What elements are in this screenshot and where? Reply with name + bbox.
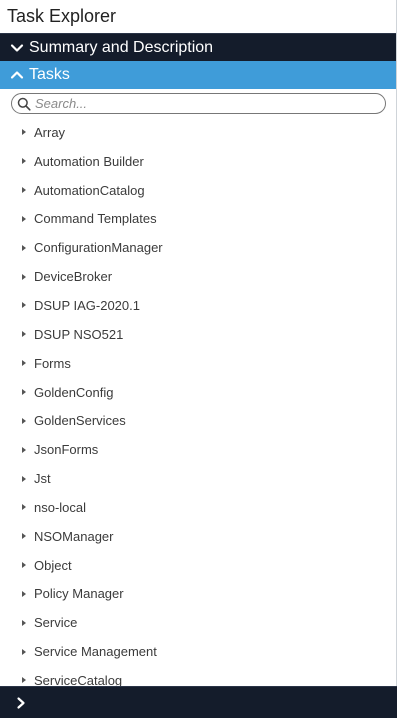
task-item[interactable]: Automation Builder (0, 147, 396, 176)
task-item[interactable]: ConfigurationManager (0, 233, 396, 262)
task-item-label: Forms (34, 355, 71, 371)
task-item[interactable]: DSUP NSO521 (0, 320, 396, 349)
chevron-right-icon[interactable] (14, 696, 28, 710)
task-item[interactable]: Service (0, 608, 396, 637)
panel-title: Task Explorer (0, 0, 396, 33)
task-item-label: DSUP IAG-2020.1 (34, 297, 140, 313)
tasks-section-header[interactable]: Tasks (0, 61, 396, 89)
task-item[interactable]: JsonForms (0, 435, 396, 464)
task-item[interactable]: Array (0, 118, 396, 147)
task-item[interactable]: DeviceBroker (0, 262, 396, 291)
caret-right-icon[interactable] (22, 244, 26, 251)
task-item[interactable]: Command Templates (0, 205, 396, 234)
task-item-label: GoldenConfig (34, 384, 114, 400)
task-item-label: GoldenServices (34, 413, 126, 429)
search-box[interactable] (11, 93, 386, 114)
task-item[interactable]: GoldenServices (0, 406, 396, 435)
task-item[interactable]: Service Management (0, 637, 396, 666)
caret-right-icon[interactable] (22, 158, 26, 165)
caret-right-icon[interactable] (22, 331, 26, 338)
task-item-label: AutomationCatalog (34, 182, 145, 198)
chevron-up-icon (10, 71, 24, 79)
caret-right-icon[interactable] (22, 302, 26, 309)
task-item-label: Service (34, 615, 78, 631)
task-item-label: ServiceCatalog (34, 672, 123, 686)
task-item[interactable]: Object (0, 551, 396, 580)
task-item-label: Object (34, 557, 72, 573)
task-item[interactable]: nso-local (0, 493, 396, 522)
task-item[interactable]: AutomationCatalog (0, 176, 396, 205)
search-container (0, 89, 396, 118)
task-item-label: DeviceBroker (34, 269, 113, 285)
caret-right-icon[interactable] (22, 389, 26, 396)
summary-section-label: Summary and Description (29, 38, 214, 56)
task-item-label: ConfigurationManager (34, 240, 163, 256)
task-explorer-panel: Task Explorer Summary and Description Ta… (0, 0, 397, 718)
caret-right-icon[interactable] (22, 504, 26, 511)
task-item[interactable]: DSUP IAG-2020.1 (0, 291, 396, 320)
tasks-section-label: Tasks (29, 66, 70, 83)
task-item[interactable]: GoldenConfig (0, 378, 396, 407)
task-item[interactable]: Jst (0, 464, 396, 493)
caret-right-icon[interactable] (22, 648, 26, 655)
task-item[interactable]: ServiceCatalog (0, 666, 396, 686)
caret-right-icon[interactable] (22, 129, 26, 136)
caret-right-icon[interactable] (22, 533, 26, 540)
task-item-label: NSOManager (34, 528, 114, 544)
caret-right-icon[interactable] (22, 619, 26, 626)
caret-right-icon[interactable] (22, 590, 26, 597)
summary-section-header[interactable]: Summary and Description (0, 33, 396, 61)
task-item[interactable]: NSOManager (0, 522, 396, 551)
task-item-label: Jst (34, 471, 51, 487)
caret-right-icon[interactable] (22, 446, 26, 453)
task-item-label: Array (34, 124, 66, 140)
caret-right-icon[interactable] (22, 475, 26, 482)
task-item[interactable]: Forms (0, 349, 396, 378)
chevron-down-icon (10, 43, 24, 52)
caret-right-icon[interactable] (22, 360, 26, 367)
search-input[interactable] (31, 96, 365, 111)
task-list: Array Automation Builder AutomationCatalog… (0, 118, 396, 686)
caret-right-icon[interactable] (22, 677, 26, 684)
task-item-label: nso-local (34, 499, 87, 515)
task-item-label: Policy Manager (34, 586, 124, 602)
caret-right-icon[interactable] (22, 273, 26, 280)
footer-bar[interactable] (0, 686, 397, 718)
caret-right-icon[interactable] (22, 187, 26, 194)
task-item[interactable]: Policy Manager (0, 580, 396, 609)
task-item-label: DSUP NSO521 (34, 326, 124, 342)
task-item-label: Automation Builder (34, 153, 144, 169)
task-item-label: JsonForms (34, 442, 99, 458)
task-item-label: Service Management (34, 644, 157, 660)
caret-right-icon[interactable] (22, 215, 26, 222)
caret-right-icon[interactable] (22, 417, 26, 424)
caret-right-icon[interactable] (22, 562, 26, 569)
search-icon (17, 97, 31, 111)
task-item-label: Command Templates (34, 211, 157, 227)
